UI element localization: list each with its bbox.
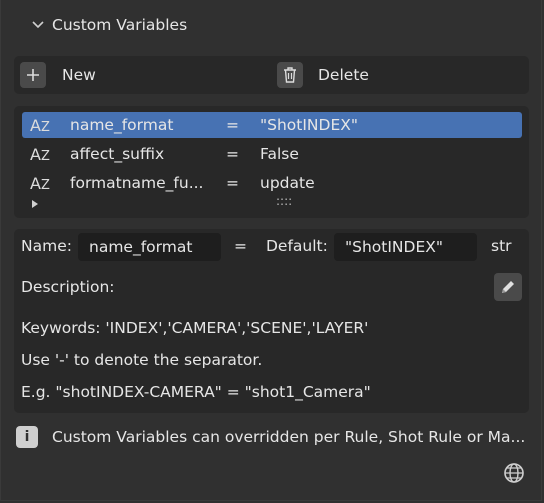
list-item-value: update <box>260 174 315 192</box>
list-item[interactable]: AZ affect_suffix = False <box>22 141 522 167</box>
list-item[interactable]: AZ formatname_fu... = update <box>22 170 522 196</box>
equals-sign: = <box>234 237 247 255</box>
resize-grip[interactable]: :::: <box>276 194 292 208</box>
type-label: str <box>491 237 512 255</box>
list-item-name: affect_suffix <box>70 145 165 163</box>
list-item-name: formatname_fu... <box>70 174 204 192</box>
list-item-value: False <box>260 145 299 163</box>
separator-text: Use '-' to denote the separator. <box>21 351 263 369</box>
default-field-value: "ShotINDEX" <box>345 238 443 256</box>
text-type-icon: AZ <box>30 173 50 193</box>
delete-button-label: Delete <box>318 66 369 84</box>
default-label: Default: <box>266 237 328 255</box>
panel-title: Custom Variables <box>52 16 188 34</box>
text-type-icon: AZ <box>30 115 50 135</box>
info-icon: i <box>16 426 38 448</box>
info-text: Custom Variables can overridden per Rule… <box>52 428 526 446</box>
text-type-icon: AZ <box>30 144 50 164</box>
delete-button[interactable]: Delete <box>277 56 369 94</box>
name-field-value: name_format <box>89 238 193 256</box>
list-item-name: name_format <box>70 116 174 134</box>
pencil-icon <box>502 281 514 293</box>
description-label: Description: <box>21 278 115 296</box>
edit-description-button[interactable] <box>494 273 522 301</box>
list-item-eq: = <box>226 116 239 134</box>
trash-icon <box>277 62 303 88</box>
name-field[interactable]: name_format <box>78 233 221 261</box>
expand-filter-icon[interactable] <box>30 199 40 209</box>
variables-list: AZ name_format = "ShotINDEX" AZ affect_s… <box>14 106 529 218</box>
name-label: Name: <box>21 237 72 255</box>
new-button-label: New <box>62 66 96 84</box>
list-item-value: "ShotINDEX" <box>260 116 358 134</box>
example-text: E.g. "shotINDEX-CAMERA" = "shot1_Camera" <box>21 383 371 401</box>
chevron-down-icon <box>32 21 44 29</box>
default-field[interactable]: "ShotINDEX" <box>334 233 477 261</box>
list-item[interactable]: AZ name_format = "ShotINDEX" <box>22 112 522 138</box>
panel-header[interactable]: Custom Variables <box>30 12 187 38</box>
new-button[interactable]: New <box>20 56 96 94</box>
variable-editor: Name: name_format = Default: "ShotINDEX"… <box>14 229 529 413</box>
list-item-eq: = <box>226 174 239 192</box>
toolbar: New Delete <box>14 56 529 94</box>
keywords-text: Keywords: 'INDEX','CAMERA','SCENE','LAYE… <box>21 319 369 337</box>
list-item-eq: = <box>226 145 239 163</box>
info-row: i Custom Variables can overridden per Ru… <box>16 424 525 450</box>
globe-icon[interactable] <box>502 461 526 485</box>
plus-icon <box>20 62 46 88</box>
